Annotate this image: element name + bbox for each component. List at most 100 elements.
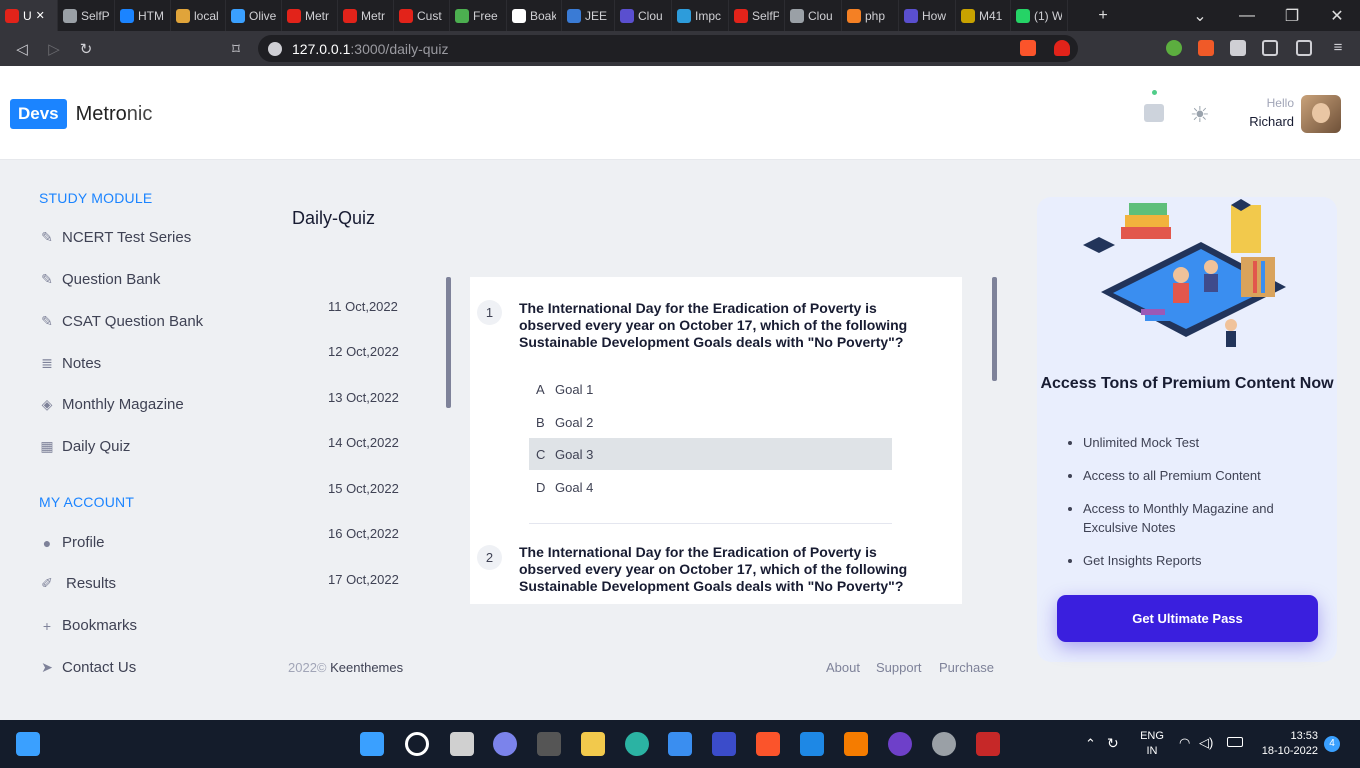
close-window-icon[interactable]: ✕ [1322,6,1352,26]
vscode-icon[interactable] [800,732,824,756]
github-desktop-icon[interactable] [888,732,912,756]
browser-tab[interactable]: php [842,0,899,31]
calendar-icon: ▦ [40,438,54,454]
teams-chat-icon[interactable] [493,732,517,756]
browser-tab[interactable]: Olive [226,0,282,31]
app-icon[interactable] [712,732,736,756]
date-item[interactable]: 16 Oct,2022 [328,526,399,541]
date-item[interactable]: 14 Oct,2022 [328,435,399,450]
widgets-icon[interactable] [16,732,40,756]
app-icon[interactable] [537,732,561,756]
date-item[interactable]: 12 Oct,2022 [328,344,399,359]
browser-tab[interactable]: local [171,0,226,31]
brave-icon[interactable] [756,732,780,756]
browser-tab[interactable]: How [899,0,956,31]
footer-company[interactable]: Keenthemes [330,660,403,675]
tab-title: Boak [530,8,556,23]
browser-tab[interactable]: HTM [115,0,171,31]
browser-tab[interactable]: Clou [615,0,672,31]
language-indicator[interactable]: ENG IN [1137,730,1167,757]
brave-rewards-icon[interactable] [1054,40,1070,56]
browser-tab[interactable]: Cust [394,0,450,31]
search-icon[interactable] [405,732,429,756]
sidebar-item-contact[interactable]: ➤ Contact Us [39,659,136,676]
sidebar-item-magazine[interactable]: ◈ Monthly Magazine [39,396,184,413]
sidebar-toggle-icon[interactable] [1262,40,1278,56]
sidebar-item-daily-quiz[interactable]: ▦ Daily Quiz [39,438,130,455]
file-explorer-icon[interactable] [581,732,605,756]
sidebar-item-bookmarks[interactable]: + Bookmarks [39,617,137,634]
sidebar-item-results[interactable]: ✐ Results [39,575,116,592]
minimize-icon[interactable]: — [1232,7,1262,25]
address-bar[interactable]: 127.0.0.1:3000/daily-quiz [258,35,1078,62]
browser-tab[interactable]: U ✕ [0,0,58,31]
get-ultimate-pass-button[interactable]: Get Ultimate Pass [1057,595,1318,642]
sidebar-item-profile[interactable]: ● Profile [39,534,105,551]
logo[interactable]: Devs Metronic [10,99,152,129]
xampp-icon[interactable] [844,732,868,756]
battery-icon[interactable] [1227,737,1243,747]
start-icon[interactable] [360,732,384,756]
browser-tab[interactable]: Metr [282,0,338,31]
sync-icon[interactable]: ↻ [1107,735,1119,752]
browser-tab[interactable]: Boak [507,0,562,31]
footer-link-purchase[interactable]: Purchase [939,660,994,675]
store-icon[interactable] [668,732,692,756]
date-list-scrollbar[interactable] [446,277,451,408]
option-d[interactable]: D Goal 4 [529,471,892,503]
option-a[interactable]: A Goal 1 [529,373,892,405]
sidebar-item-question-bank[interactable]: ✎ Question Bank [39,271,160,288]
volume-icon[interactable]: ◁) [1199,735,1213,751]
sidebar-item-notes[interactable]: ≣ Notes [39,355,101,372]
question-panel-scrollbar[interactable] [992,277,997,381]
browser-tab[interactable]: Free [450,0,507,31]
forward-icon[interactable]: ▷ [38,40,70,58]
tab-title: How [922,8,947,23]
bookmark-icon[interactable]: ⌑ [220,40,252,58]
option-b[interactable]: B Goal 2 [529,406,892,438]
browser-tab[interactable]: Metr [338,0,394,31]
theme-toggle-icon[interactable]: ☀ [1190,102,1210,128]
back-icon[interactable]: ◁ [6,40,38,58]
date-item[interactable]: 11 Oct,2022 [328,299,398,314]
date-item[interactable]: 17 Oct,2022 [328,572,399,587]
menu-icon[interactable]: ≡ [1322,39,1354,56]
browser-tab[interactable]: M41 [956,0,1011,31]
question-divider [529,523,892,524]
wallet-icon[interactable] [1296,40,1312,56]
browser-tab[interactable]: SelfP [729,0,785,31]
clock[interactable]: 13:53 18-10-2022 [1243,730,1318,757]
chevron-down-icon[interactable]: ⌄ [1185,6,1215,26]
task-view-icon[interactable] [450,732,474,756]
option-c-selected[interactable]: C Goal 3 [529,438,892,470]
footer-link-about[interactable]: About [826,660,860,675]
notification-badge[interactable]: 4 [1324,736,1340,752]
browser-tab[interactable]: Clou [785,0,842,31]
browser-tab[interactable]: Impc [672,0,729,31]
brave-shields-icon[interactable] [1020,40,1036,56]
sidebar-item-ncert[interactable]: ✎ NCERT Test Series [39,229,191,246]
browser-tab[interactable]: JEE ( [562,0,615,31]
sidebar-item-csat[interactable]: ✎ CSAT Question Bank [39,313,203,330]
date-item[interactable]: 13 Oct,2022 [328,390,399,405]
wifi-icon[interactable]: ◠ [1179,735,1190,751]
browser-tab[interactable]: (1) W [1011,0,1068,31]
chevron-up-icon[interactable]: ⌃ [1085,736,1096,752]
filezilla-icon[interactable] [976,732,1000,756]
avatar[interactable] [1301,95,1341,133]
browser-tab[interactable]: SelfP [58,0,115,31]
footer-link-support[interactable]: Support [876,660,922,675]
extension-icon[interactable] [1198,40,1214,56]
extension-globe-icon[interactable] [1166,40,1182,56]
chat-icon[interactable] [1144,104,1164,122]
settings-icon[interactable] [932,732,956,756]
close-tab-icon[interactable]: ✕ [36,9,45,22]
site-info-icon[interactable] [268,41,282,56]
maximize-icon[interactable]: ❐ [1277,6,1307,26]
reload-icon[interactable]: ↻ [70,40,102,58]
new-tab-button[interactable]: + [1080,7,1126,25]
tab-title: Metr [305,8,329,23]
date-item[interactable]: 15 Oct,2022 [328,481,399,496]
extensions-puzzle-icon[interactable] [1230,40,1246,56]
edge-icon[interactable] [625,732,649,756]
